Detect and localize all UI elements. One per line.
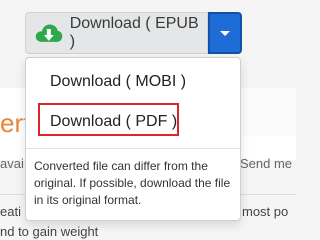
download-epub-button[interactable]: Download ( EPUB ) (25, 12, 208, 54)
description-fragment-line3: nd to gain weight (0, 224, 99, 239)
menu-item-download-mobi[interactable]: Download ( MOBI ) (26, 64, 240, 100)
download-epub-label: Download ( EPUB ) (69, 15, 199, 50)
conversion-note: Converted file can differ from the origi… (34, 159, 231, 207)
menu-item-label: Download ( PDF ) (50, 113, 178, 130)
description-fragment-right: most po (242, 204, 289, 219)
dropdown-toggle-button[interactable] (208, 12, 242, 54)
side-panel (240, 88, 296, 136)
menu-item-label: Download ( MOBI ) (50, 73, 187, 90)
description-fragment-left: eati (0, 204, 21, 219)
send-me-link-fragment[interactable]: Send me (240, 156, 292, 171)
download-format-menu: Download ( MOBI ) Download ( PDF ) Conve… (25, 57, 241, 221)
menu-divider (26, 148, 240, 149)
caret-down-icon (220, 30, 230, 36)
availability-text-fragment: avai (0, 156, 24, 171)
menu-item-download-pdf[interactable]: Download ( PDF ) (26, 104, 240, 140)
cloud-download-icon (35, 24, 63, 42)
